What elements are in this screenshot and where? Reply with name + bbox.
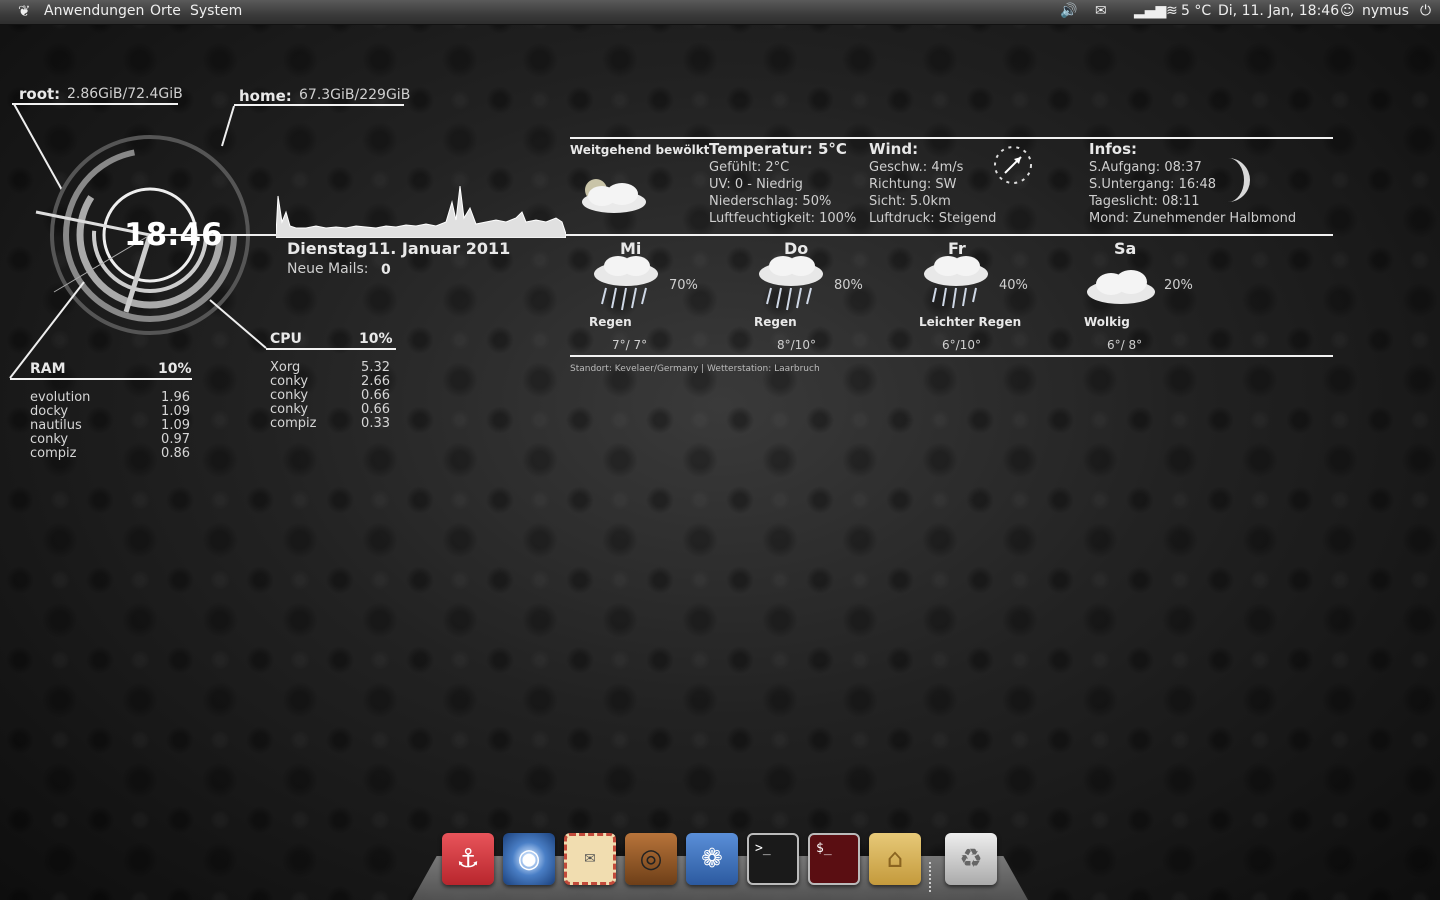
speaker-icon[interactable]: ◎ bbox=[625, 833, 677, 885]
list-item: docky 1.09 bbox=[30, 404, 190, 419]
list-item: evolution 1.96 bbox=[30, 390, 190, 405]
date-day: Dienstag bbox=[287, 239, 368, 258]
home-folder-icon[interactable]: ⌂ bbox=[869, 833, 921, 885]
root-terminal-icon[interactable]: $_ bbox=[808, 833, 860, 885]
list-item: conky 2.66 bbox=[270, 374, 390, 389]
forecast-cond-1: Regen bbox=[589, 315, 632, 329]
forecast-temps-1: 7°/ 7° bbox=[612, 338, 648, 352]
wind-details: Geschw.: 4m/s Richtung: SW Sicht: 5.0km … bbox=[869, 160, 997, 226]
cloudy-icon bbox=[1087, 270, 1155, 304]
ram-label: RAM bbox=[30, 361, 66, 377]
forecast-cond-4: Wolkig bbox=[1084, 315, 1130, 329]
cpu-percent: 10% bbox=[359, 331, 393, 347]
temp-title: Temperatur: 5°C bbox=[709, 140, 847, 158]
cloudy-moon-icon bbox=[582, 179, 646, 213]
list-item: conky 0.66 bbox=[270, 388, 390, 403]
wind-title: Wind: bbox=[869, 140, 919, 158]
info-title: Infos: bbox=[1089, 140, 1138, 158]
ram-percent: 10% bbox=[158, 361, 192, 377]
trash-icon[interactable]: ♻ bbox=[945, 833, 997, 885]
forecast-temps-2: 8°/10° bbox=[777, 338, 816, 352]
weather-top-line bbox=[570, 137, 1333, 139]
list-item: Xorg 5.32 bbox=[270, 360, 390, 375]
mails-value: 0 bbox=[381, 262, 391, 278]
list-item: conky 0.97 bbox=[30, 432, 190, 447]
volume-icon[interactable]: 🔊 bbox=[1060, 3, 1077, 19]
list-item: conky 0.66 bbox=[270, 402, 390, 417]
list-item: nautilus 1.09 bbox=[30, 418, 190, 433]
forecast-pct-3: 40% bbox=[999, 278, 1028, 293]
terminal-icon[interactable]: >_ bbox=[747, 833, 799, 885]
chrome-browser-icon[interactable]: ◉ bbox=[503, 833, 555, 885]
rain-icon bbox=[759, 256, 823, 311]
date-full: 11. Januar 2011 bbox=[368, 239, 511, 258]
weather-footer: Standort: Kevelaer/Germany | Wetterstati… bbox=[570, 364, 820, 374]
wind-compass-icon bbox=[994, 146, 1032, 184]
network-icon[interactable]: ▂▄▆ bbox=[1134, 3, 1166, 19]
forecast-pct-1: 70% bbox=[669, 278, 698, 293]
forecast-pct-2: 80% bbox=[834, 278, 863, 293]
cpu-underline bbox=[266, 348, 396, 350]
user-icon[interactable]: ☺ bbox=[1340, 3, 1355, 19]
weather-mid-line bbox=[570, 234, 1333, 236]
top-panel: ❦ Anwendungen Orte System 🔊 ✉ ▂▄▆ ≋ 5 °C… bbox=[0, 0, 1440, 25]
forecast-pct-4: 20% bbox=[1164, 278, 1193, 293]
dock-separator bbox=[929, 862, 939, 892]
ram-process-list: evolution 1.96 docky 1.09 nautilus 1.09 con… bbox=[30, 391, 190, 461]
mails-label: Neue Mails: bbox=[287, 261, 369, 277]
clock-time: 18:46 bbox=[124, 217, 223, 253]
weather-temp[interactable]: 5 °C bbox=[1181, 3, 1211, 19]
cpu-graph bbox=[276, 185, 566, 238]
clock-datetime[interactable]: Di, 11. Jan, 18:46 bbox=[1218, 3, 1339, 19]
moon-icon bbox=[1228, 158, 1250, 202]
power-icon[interactable]: ⏻ bbox=[1420, 3, 1431, 19]
forecast-temps-4: 6°/ 8° bbox=[1107, 338, 1143, 352]
menu-system[interactable]: System bbox=[190, 3, 242, 19]
info-details: S.Aufgang: 08:37 S.Untergang: 16:48 Tage… bbox=[1089, 160, 1297, 226]
weather-icon[interactable]: ≋ bbox=[1166, 3, 1178, 19]
list-item: compiz 0.86 bbox=[30, 446, 190, 461]
cpu-process-list: Xorg 5.32 conky 2.66 conky 0.66 conky 0.66 c… bbox=[270, 361, 390, 431]
temp-details: Gefühlt: 2°C UV: 0 - Niedrig Niederschla… bbox=[709, 160, 857, 226]
anchor-icon[interactable]: ⚓ bbox=[442, 833, 494, 885]
gnome-foot-icon[interactable]: ❦ bbox=[18, 2, 36, 20]
current-condition: Weitgehend bewölkt bbox=[570, 143, 710, 157]
forecast-temps-3: 6°/10° bbox=[942, 338, 981, 352]
user-name[interactable]: nymus bbox=[1362, 3, 1409, 19]
cpu-label: CPU bbox=[270, 331, 302, 347]
list-item: compiz 0.33 bbox=[270, 416, 390, 431]
forecast-cond-2: Regen bbox=[754, 315, 797, 329]
mail-letter-icon[interactable]: ✉ bbox=[564, 833, 616, 885]
menu-places[interactable]: Orte bbox=[150, 3, 181, 19]
menu-applications[interactable]: Anwendungen bbox=[44, 3, 144, 19]
forecast-day-4: Sa bbox=[1114, 239, 1137, 258]
weather-bottom-line bbox=[570, 355, 1333, 357]
rain-icon bbox=[594, 256, 658, 311]
ram-underline bbox=[10, 378, 192, 380]
forecast-cond-3: Leichter Regen bbox=[919, 315, 1022, 329]
mail-icon[interactable]: ✉ bbox=[1095, 3, 1107, 19]
footprint-icon[interactable]: ❁ bbox=[686, 833, 738, 885]
light-rain-icon bbox=[924, 256, 988, 309]
